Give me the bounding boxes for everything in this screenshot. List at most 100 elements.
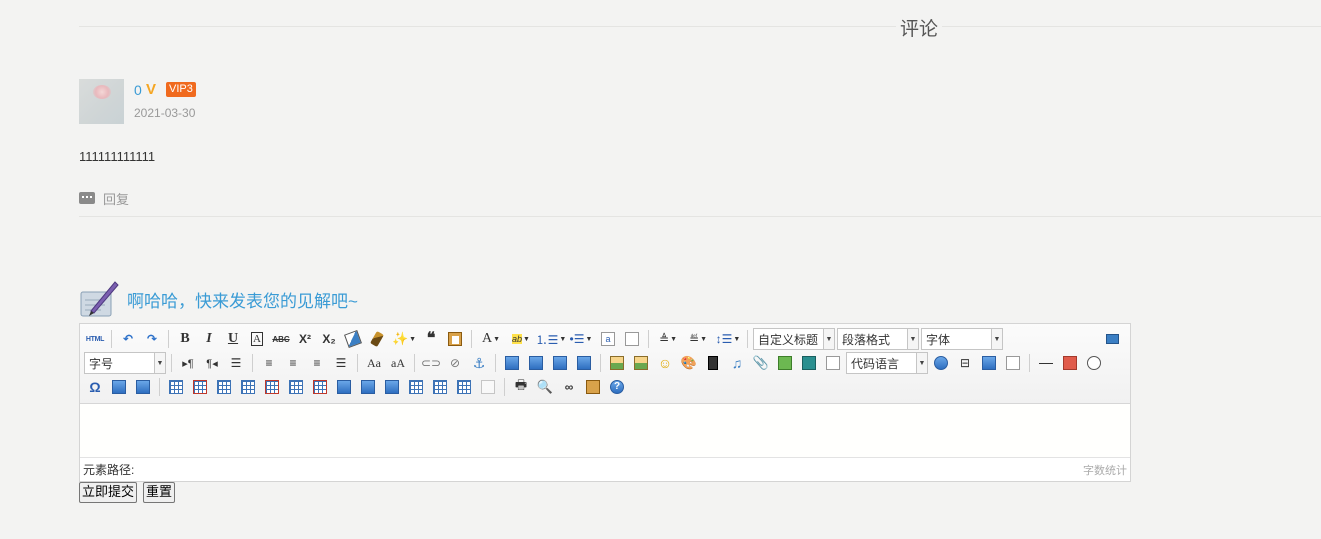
justify-center-button[interactable]: ≡ [283, 353, 303, 373]
insert-paragraph-before-table-button[interactable] [214, 377, 234, 397]
wordimage-button[interactable] [1003, 353, 1023, 373]
preview-button[interactable]: 🔍 [535, 377, 555, 397]
unlink-button[interactable]: ⊘ [445, 353, 465, 373]
indent-button[interactable]: ☰ [226, 353, 246, 373]
justify-right-button[interactable]: ≡ [307, 353, 327, 373]
ltr-direction-button[interactable]: ▸¶ [178, 353, 198, 373]
insert-time-button[interactable] [1084, 353, 1104, 373]
emotion-button[interactable]: ☺ [655, 353, 675, 373]
insert-code-button[interactable] [799, 353, 819, 373]
delete-row-button[interactable] [262, 377, 282, 397]
strikethrough-button[interactable]: ABC [271, 329, 291, 349]
top-divider [79, 26, 1321, 27]
forecolor-button[interactable]: A ▼ [478, 329, 504, 349]
submit-button[interactable]: 立即提交 [79, 482, 138, 503]
link-button[interactable]: ⊂⊃ [421, 353, 441, 373]
split-to-cells-button[interactable] [406, 377, 426, 397]
image-center-button[interactable] [574, 353, 594, 373]
merge-down-icon [385, 380, 399, 394]
justify-left-button[interactable]: ≡ [259, 353, 279, 373]
justify-full-button[interactable]: ☰ [331, 353, 351, 373]
music-button[interactable]: ♫ [727, 353, 747, 373]
blockquote-button[interactable]: ❝ [421, 329, 441, 349]
delete-table-button[interactable] [190, 377, 210, 397]
dropdown-arrow-icon: ▼ [493, 335, 501, 343]
code-language-select[interactable]: 代码语言 ▼ [846, 352, 928, 374]
scrawl-button[interactable]: 🎨 [679, 353, 699, 373]
custom-style-select[interactable]: 自定义标题 ▼ [753, 328, 835, 350]
font-border-button[interactable]: A [247, 329, 267, 349]
insert-date-button[interactable] [1060, 353, 1080, 373]
simple-upload-button[interactable] [607, 353, 627, 373]
font-family-select[interactable]: 字体 ▼ [921, 328, 1003, 350]
insert-video-button[interactable] [703, 353, 723, 373]
superscript-button[interactable]: X² [295, 329, 315, 349]
reset-button[interactable]: 重置 [143, 482, 176, 503]
insert-frame-button[interactable] [775, 353, 795, 373]
format-match-button[interactable] [367, 329, 387, 349]
tolowercase-button[interactable]: aA [388, 353, 408, 373]
avatar[interactable] [79, 79, 124, 124]
map-button[interactable] [931, 353, 951, 373]
undo-button[interactable]: ↶ [118, 329, 138, 349]
help-button[interactable]: ? [607, 377, 627, 397]
fullscreen-button[interactable] [1102, 329, 1122, 349]
template-button[interactable]: ⊟ [955, 353, 975, 373]
image-right-button[interactable] [550, 353, 570, 373]
merge-right-button[interactable] [358, 377, 378, 397]
line-height-button[interactable]: ↕☰ ▼ [715, 329, 741, 349]
chevron-down-icon: ▼ [823, 329, 834, 349]
paste-plain-button[interactable] [445, 329, 465, 349]
redo-button[interactable]: ↷ [142, 329, 162, 349]
subscript-button[interactable]: X₂ [319, 329, 339, 349]
insert-col-button[interactable] [286, 377, 306, 397]
snapscreen-button[interactable] [109, 377, 129, 397]
anchor-button[interactable]: ⚓ [469, 353, 489, 373]
insert-image-button[interactable] [631, 353, 651, 373]
auto-typeset-button[interactable]: ✨ ▼ [391, 329, 417, 349]
backcolor-button[interactable]: ab ▼ [508, 329, 534, 349]
merge-down-button[interactable] [382, 377, 402, 397]
editor-content-area[interactable] [80, 404, 1130, 457]
rich-text-editor: HTML ↶ ↷ B I U A ABC X² X₂ ✨ ▼ ❝ A ▼ ab ▼ ⒈… [79, 323, 1131, 482]
background-button[interactable] [979, 353, 999, 373]
special-chars-button[interactable]: Ω [85, 377, 105, 397]
row-spacing-top-button[interactable]: ≜ ▼ [655, 329, 681, 349]
rtl-direction-button[interactable]: ¶◂ [202, 353, 222, 373]
split-to-rows-button[interactable] [430, 377, 450, 397]
paragraph-before-table-icon [217, 380, 231, 394]
select-all-button[interactable]: a [598, 329, 618, 349]
delete-col-button[interactable] [310, 377, 330, 397]
clear-doc-button[interactable] [622, 329, 642, 349]
image-none-button[interactable] [502, 353, 522, 373]
word-button[interactable] [133, 377, 153, 397]
underline-button[interactable]: U [223, 329, 243, 349]
image-left-button[interactable] [526, 353, 546, 373]
insert-row-button[interactable] [238, 377, 258, 397]
comment-username[interactable]: 0 [134, 82, 142, 98]
font-size-select[interactable]: 字号 ▼ [84, 352, 166, 374]
page-break-button[interactable] [823, 353, 843, 373]
page-break-icon [826, 356, 840, 370]
paragraph-format-select[interactable]: 段落格式 ▼ [837, 328, 919, 350]
source-code-button[interactable]: HTML [85, 329, 105, 349]
ordered-list-button[interactable]: ⒈☰ ▼ [536, 329, 567, 349]
split-to-cols-button[interactable] [454, 377, 474, 397]
reply-button[interactable]: 回复 [79, 189, 129, 207]
search-replace-button[interactable]: ∞ [559, 377, 579, 397]
rtl-icon: ¶◂ [206, 357, 218, 370]
merge-cells-button[interactable] [334, 377, 354, 397]
bold-button[interactable]: B [175, 329, 195, 349]
row-spacing-bottom-button[interactable]: ≝ ▼ [685, 329, 711, 349]
charts-button[interactable] [478, 377, 498, 397]
insert-table-button[interactable] [166, 377, 186, 397]
italic-button[interactable]: I [199, 329, 219, 349]
horizontal-rule-button[interactable] [1036, 353, 1056, 373]
remove-format-button[interactable] [343, 329, 363, 349]
touppercase-button[interactable]: Aa [364, 353, 384, 373]
attachment-button[interactable]: 📎 [751, 353, 771, 373]
monitor-icon [1105, 334, 1119, 344]
unordered-list-button[interactable]: •☰ ▼ [568, 329, 594, 349]
print-button[interactable]: 🖶 [511, 377, 531, 397]
drafts-button[interactable] [583, 377, 603, 397]
